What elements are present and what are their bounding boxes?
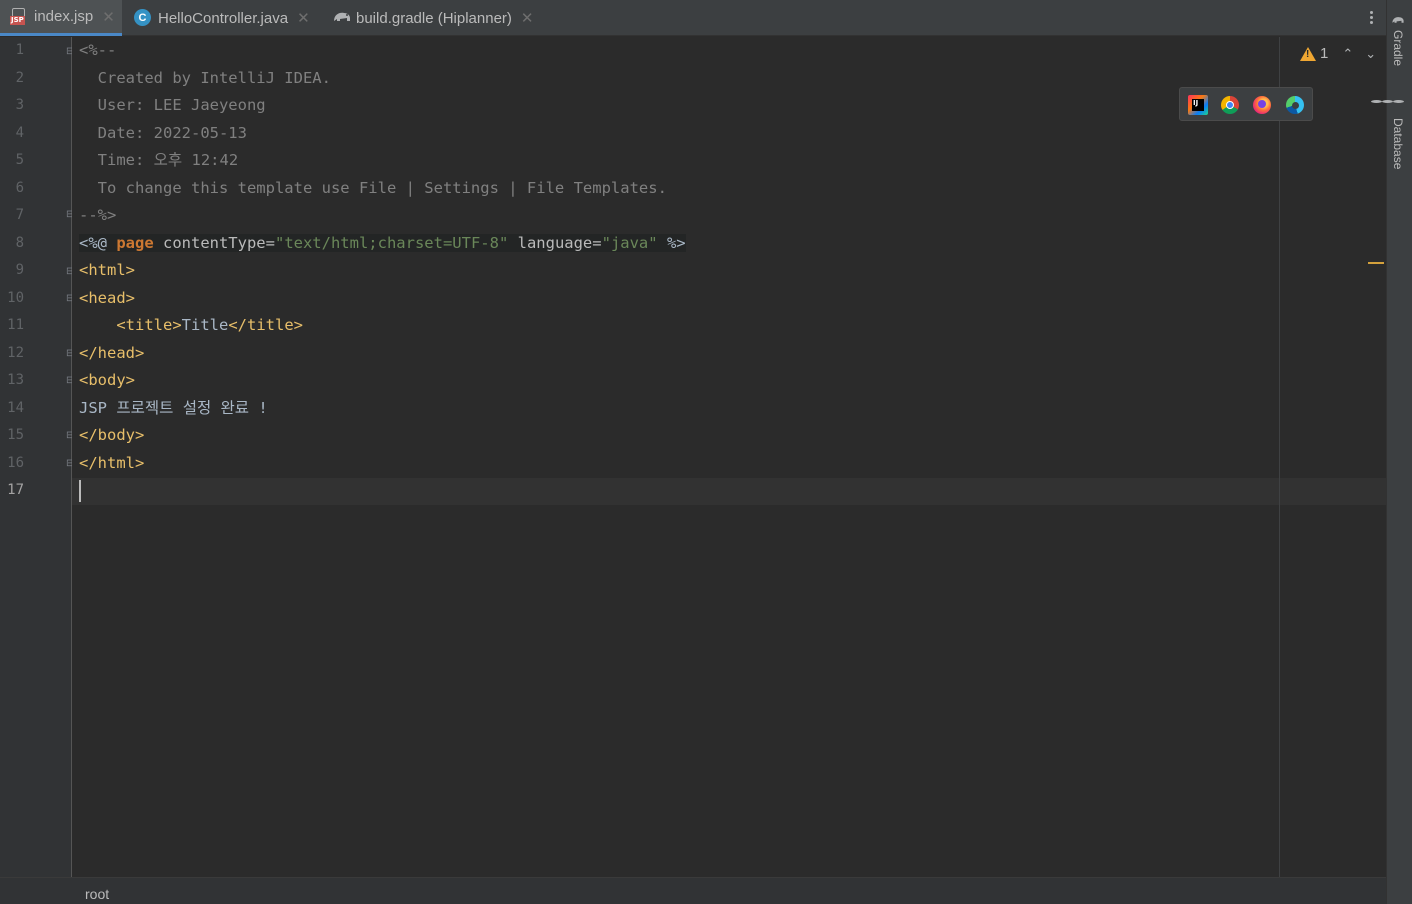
tab-label: HelloController.java bbox=[158, 9, 289, 27]
close-icon[interactable]: ✕ bbox=[102, 8, 115, 26]
close-icon[interactable]: ✕ bbox=[521, 9, 534, 27]
directive-keyword: page bbox=[116, 234, 154, 252]
line-number: 7 bbox=[15, 207, 24, 223]
right-margin-guide bbox=[1279, 37, 1280, 877]
breadcrumb-root[interactable]: root bbox=[85, 886, 109, 902]
line-number: 5 bbox=[15, 152, 24, 168]
intellij-icon[interactable]: IJ bbox=[1188, 95, 1208, 115]
close-icon[interactable]: ✕ bbox=[297, 9, 310, 27]
database-tab-label: Database bbox=[1391, 118, 1405, 170]
code-line-1: <%-- bbox=[79, 41, 117, 59]
code-line-13: <body> bbox=[79, 371, 135, 389]
code-line-16: </html> bbox=[79, 454, 145, 472]
directive-open: <%@ bbox=[79, 234, 117, 252]
tag-open: <title> bbox=[116, 316, 182, 334]
chevron-up-icon[interactable]: ⌃ bbox=[1342, 46, 1353, 62]
more-options-icon[interactable] bbox=[1364, 9, 1378, 29]
attribute-name: language= bbox=[508, 234, 602, 252]
directive-close: %> bbox=[657, 234, 686, 252]
code-line-7: --%> bbox=[79, 206, 117, 224]
attribute-value: "text/html;charset=UTF-8" bbox=[274, 234, 509, 252]
code-line-2: Created by IntelliJ IDEA. bbox=[79, 69, 331, 87]
breadcrumb: root bbox=[0, 877, 1386, 904]
code-line-5: Time: 오후 12:42 bbox=[79, 151, 239, 169]
line-number: 6 bbox=[15, 180, 24, 196]
line-number: 8 bbox=[15, 235, 24, 251]
firefox-icon[interactable] bbox=[1253, 96, 1271, 114]
code-line-12: </head> bbox=[79, 344, 145, 362]
line-number: 3 bbox=[15, 97, 24, 113]
warning-icon: ! bbox=[1300, 46, 1316, 61]
tab-hellocontroller-java[interactable]: C HelloController.java ✕ bbox=[124, 0, 324, 36]
gradle-icon bbox=[1391, 14, 1405, 26]
database-icon bbox=[1370, 100, 1404, 113]
code-line-6: To change this template use File | Setti… bbox=[79, 179, 667, 197]
line-number: 10 bbox=[7, 290, 24, 306]
code-editor[interactable]: <%-- Created by IntelliJ IDEA. User: LEE… bbox=[72, 37, 1386, 877]
gradle-elephant-icon bbox=[332, 9, 350, 27]
line-number: 16 bbox=[7, 455, 24, 471]
line-number: 14 bbox=[7, 400, 24, 416]
line-number: 15 bbox=[7, 427, 24, 443]
warning-stripe-marker[interactable] bbox=[1368, 262, 1384, 264]
code-line-8: <%@ page contentType="text/html;charset=… bbox=[79, 230, 686, 257]
tab-build-gradle[interactable]: build.gradle (Hiplanner) ✕ bbox=[322, 0, 552, 36]
chevron-down-icon[interactable]: ⌄ bbox=[1365, 46, 1376, 62]
code-line-10: <head> bbox=[79, 289, 135, 307]
line-number: 9 bbox=[15, 262, 24, 278]
attribute-value: "java" bbox=[601, 234, 658, 252]
line-number: 4 bbox=[15, 125, 24, 141]
code-line-14: JSP 프로젝트 설정 완료 ! bbox=[79, 399, 268, 417]
inspection-widget[interactable]: ! 1 ⌃ ⌄ bbox=[1300, 45, 1376, 62]
line-number: 1 bbox=[15, 42, 24, 58]
tag-close: </title> bbox=[228, 316, 303, 334]
right-tool-strip: Gradle Database bbox=[1370, 0, 1412, 904]
code-line-11: <title>Title</title> bbox=[79, 312, 303, 339]
text-caret bbox=[79, 480, 81, 502]
browser-preview-popup: IJ bbox=[1179, 87, 1313, 121]
editor-tab-bar: JSP index.jsp ✕ C HelloController.java ✕… bbox=[0, 0, 1386, 36]
tag-text: Title bbox=[181, 316, 229, 334]
code-line-3: User: LEE Jaeyeong bbox=[79, 96, 266, 114]
line-number-gutter: 1 2 3 4 5 6 7 8 9 10 11 12 13 14 15 16 1… bbox=[0, 37, 74, 877]
tab-label: build.gradle (Hiplanner) bbox=[356, 9, 512, 27]
code-line-4: Date: 2022-05-13 bbox=[79, 124, 247, 142]
tab-label: index.jsp bbox=[34, 8, 94, 25]
gradle-tool-tab[interactable]: Gradle bbox=[1391, 14, 1405, 66]
java-class-icon: C bbox=[134, 9, 152, 27]
edge-icon[interactable] bbox=[1286, 96, 1304, 114]
warning-count: 1 bbox=[1320, 45, 1329, 62]
line-number: 11 bbox=[7, 317, 24, 333]
code-line-9: <html> bbox=[79, 261, 135, 279]
jsp-file-icon: JSP bbox=[10, 7, 28, 26]
line-number: 13 bbox=[7, 372, 24, 388]
gradle-tab-label: Gradle bbox=[1391, 30, 1405, 67]
line-number-current: 17 bbox=[7, 482, 24, 498]
line-number: 2 bbox=[15, 70, 24, 86]
code-line-15: </body> bbox=[79, 426, 145, 444]
chrome-icon[interactable] bbox=[1221, 96, 1239, 114]
database-tool-tab[interactable]: Database bbox=[1370, 100, 1405, 170]
tab-index-jsp[interactable]: JSP index.jsp ✕ bbox=[0, 0, 122, 36]
attribute-name: contentType= bbox=[153, 234, 275, 252]
line-number: 12 bbox=[7, 345, 24, 361]
current-line-highlight bbox=[72, 478, 1386, 505]
